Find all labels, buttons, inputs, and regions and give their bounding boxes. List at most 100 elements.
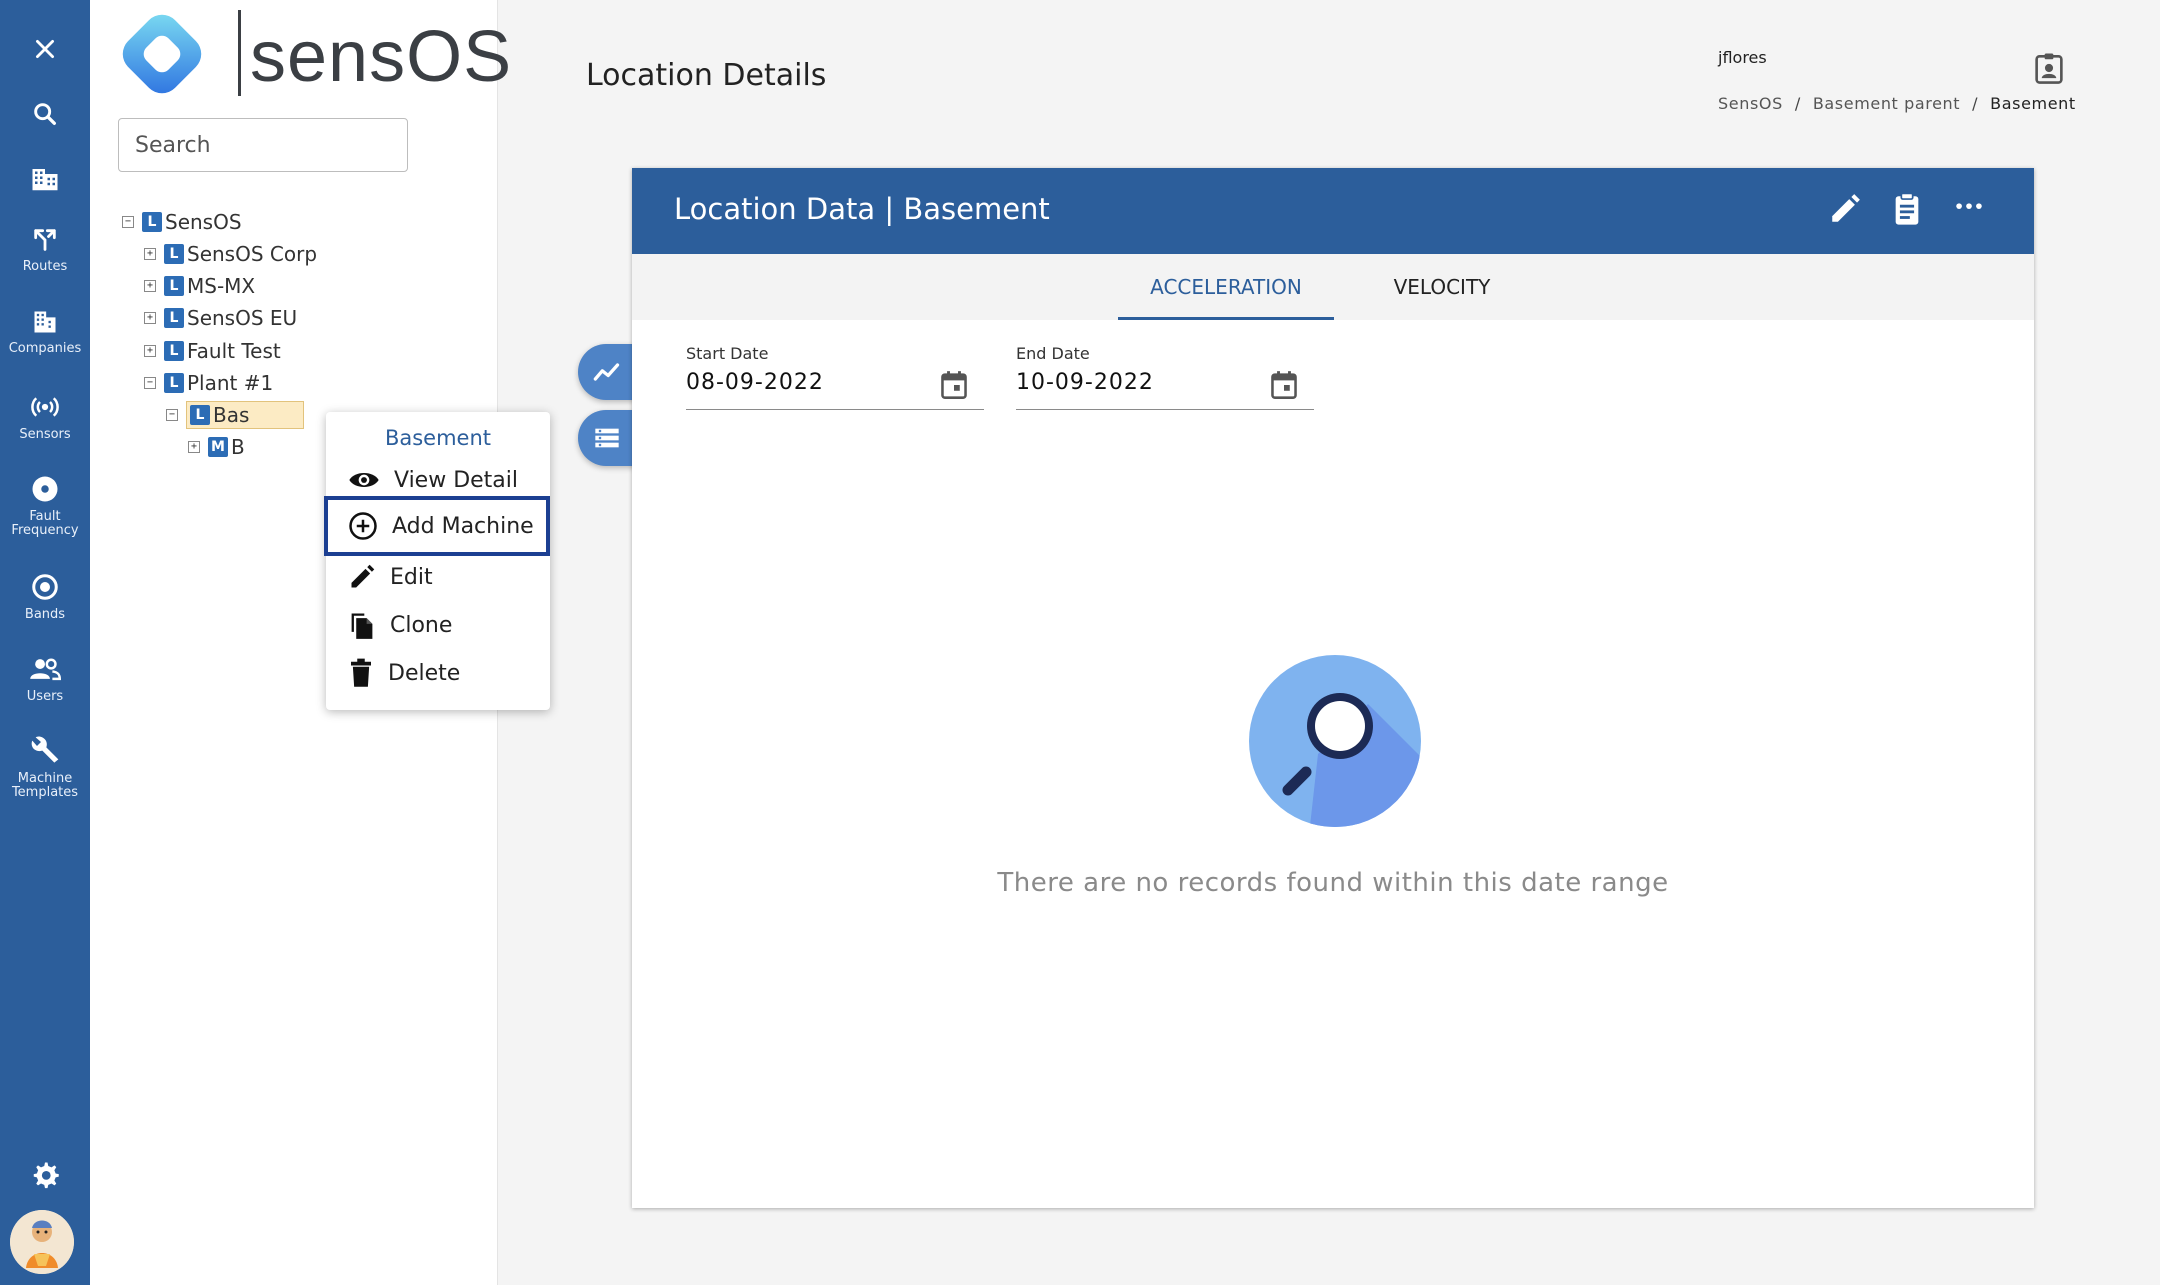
start-date-field[interactable]: Start Date 08-09-2022 <box>686 344 984 410</box>
menu-item-delete[interactable]: Delete <box>326 649 550 697</box>
tree-node-ms-mx[interactable]: + L MS-MX <box>144 272 255 300</box>
more-options-button[interactable] <box>1952 192 1986 230</box>
rail-label-users: Users <box>26 689 64 704</box>
close-icon <box>36 40 54 58</box>
end-date-field[interactable]: End Date 10-09-2022 <box>1016 344 1314 410</box>
rail-companies[interactable]: Companies <box>0 308 90 356</box>
sensos-logo-icon <box>122 14 202 94</box>
routes-icon <box>34 229 56 251</box>
location-badge: L <box>164 276 184 296</box>
menu-item-label: Delete <box>388 660 461 686</box>
logo-divider <box>238 10 241 96</box>
tree-node-machine[interactable]: + M B <box>188 433 245 461</box>
expand-toggle[interactable]: + <box>144 345 156 357</box>
rail-label-machine-templates: Machine Templates <box>11 771 79 800</box>
collapse-toggle[interactable]: − <box>144 377 156 389</box>
location-badge: L <box>164 373 184 393</box>
rail-users[interactable]: Users <box>0 654 90 704</box>
report-button[interactable] <box>1890 192 1924 230</box>
menu-item-clone[interactable]: Clone <box>326 601 550 649</box>
clipboard-user-icon <box>2035 53 2063 84</box>
start-date-label: Start Date <box>686 344 769 363</box>
collapse-toggle[interactable]: − <box>122 216 134 228</box>
start-date-value[interactable]: 08-09-2022 <box>686 370 824 395</box>
location-badge: L <box>190 405 210 425</box>
tree-node-label: MS-MX <box>187 274 256 298</box>
tab-acceleration[interactable]: ACCELERATION <box>1118 254 1334 320</box>
start-date-picker-button[interactable] <box>940 370 968 404</box>
rail-label-routes: Routes <box>22 259 68 274</box>
expand-toggle[interactable]: + <box>144 248 156 260</box>
location-badge: L <box>164 341 184 361</box>
tree-node-label: SensOS EU <box>187 306 298 330</box>
tree-context-menu: Basement View Detail Add Machine Edit Cl… <box>324 412 550 710</box>
rail-routes[interactable]: Routes <box>0 226 90 274</box>
sensors-icon <box>31 397 59 417</box>
bands-icon <box>32 574 58 600</box>
end-date-label: End Date <box>1016 344 1090 363</box>
card-title: Location Data | Basement <box>674 192 1050 226</box>
copy-icon <box>351 613 373 639</box>
menu-item-label: Add Machine <box>392 513 534 539</box>
tab-velocity[interactable]: VELOCITY <box>1334 254 1550 320</box>
location-badge: L <box>164 244 184 264</box>
rail-search-button[interactable] <box>0 100 90 128</box>
menu-item-add-machine[interactable]: Add Machine <box>324 496 550 556</box>
rail-label-fault-frequency: Fault Frequency <box>11 509 79 538</box>
tree-node-label: Bas <box>213 403 250 427</box>
trend-line-icon <box>593 363 620 381</box>
tree-search-input[interactable] <box>118 118 408 172</box>
user-name[interactable]: jflores <box>1718 48 1767 67</box>
breadcrumb-item-parent[interactable]: Basement parent <box>1813 94 1960 113</box>
no-records-message: There are no records found within this d… <box>997 868 1669 898</box>
avatar-illustration-icon <box>10 1210 74 1274</box>
close-button[interactable] <box>0 36 90 62</box>
menu-item-edit[interactable]: Edit <box>326 553 550 601</box>
tree-node-label: Fault Test <box>187 339 281 363</box>
search-icon <box>34 103 56 125</box>
tree-node-sensos-corp[interactable]: + L SensOS Corp <box>144 240 317 268</box>
edit-location-button[interactable] <box>1828 192 1862 230</box>
rail-bands[interactable]: Bands <box>0 572 90 622</box>
location-tree-panel: sensOS − L SensOS + L SensOS Corp + L MS… <box>90 0 550 1285</box>
tree-node-fault-test[interactable]: + L Fault Test <box>144 337 281 365</box>
card-header: Location Data | Basement <box>632 168 2034 254</box>
tree-node-plant-1[interactable]: − L Plant #1 <box>144 369 273 397</box>
expand-toggle[interactable]: + <box>144 280 156 292</box>
breadcrumb-item-current: Basement <box>1990 94 2076 113</box>
clipboard-icon <box>1895 192 1919 225</box>
rail-fault-frequency[interactable]: Fault Frequency <box>0 474 90 538</box>
rail-machine-templates[interactable]: Machine Templates <box>0 734 90 800</box>
machine-badge: M <box>208 437 228 457</box>
users-icon <box>30 658 61 681</box>
tree-node-basement[interactable]: − L Bas <box>166 401 304 429</box>
context-menu-title: Basement <box>384 426 492 450</box>
page-title: Location Details <box>586 58 827 93</box>
end-date-picker-button[interactable] <box>1270 370 1298 404</box>
tree-node-sensos[interactable]: − L SensOS <box>122 208 242 236</box>
end-date-value[interactable]: 10-09-2022 <box>1016 370 1154 395</box>
user-avatar[interactable] <box>10 1210 74 1274</box>
add-circle-icon <box>349 512 377 540</box>
expand-toggle[interactable]: + <box>144 312 156 324</box>
rail-label-bands: Bands <box>24 607 66 622</box>
sensos-logo: sensOS <box>116 8 511 98</box>
list-icon <box>595 428 619 448</box>
user-profile-button[interactable] <box>2034 52 2064 88</box>
menu-item-label: Edit <box>390 564 433 590</box>
eye-icon <box>349 473 379 487</box>
breadcrumb-item-root[interactable]: SensOS <box>1718 94 1783 113</box>
rail-buildings-button[interactable] <box>0 164 90 194</box>
pencil-icon <box>351 564 375 588</box>
rail-sensors[interactable]: Sensors <box>0 392 90 442</box>
settings-button[interactable] <box>0 1160 90 1190</box>
selected-node-highlight: L Bas <box>186 401 304 429</box>
breadcrumb-separator: / <box>1972 94 1979 113</box>
more-horizontal-icon <box>1956 203 1982 209</box>
rail-label-sensors: Sensors <box>19 427 71 442</box>
expand-toggle[interactable]: + <box>188 441 200 453</box>
collapse-toggle[interactable]: − <box>166 409 178 421</box>
rail-label-companies: Companies <box>8 341 82 356</box>
tree-node-sensos-eu[interactable]: + L SensOS EU <box>144 304 297 332</box>
breadcrumb: SensOS / Basement parent / Basement <box>1718 94 2076 113</box>
